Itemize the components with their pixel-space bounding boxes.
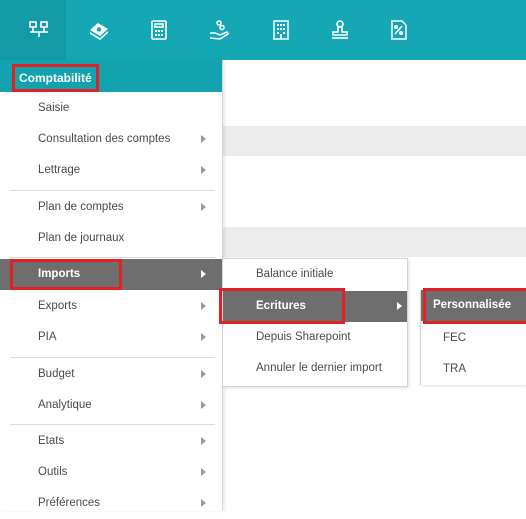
building-icon[interactable] [268,18,294,42]
modules-icon[interactable] [26,18,52,42]
menu-header: Comptabilité [0,60,222,92]
comptabilite-menu: Comptabilité Saisie Consultation des com… [0,60,223,511]
menu-item-label: Annuler le dernier import [256,362,382,374]
menu-separator [10,190,215,191]
menu-item-label: PIA [38,331,57,343]
menu-item-label: Plan de comptes [38,201,124,213]
menu-item-label: Préférences [38,497,101,509]
menu-separator [10,357,215,358]
chevron-right-icon [201,333,206,341]
menu-item-label: Outils [38,466,68,478]
menu-item-lettrage[interactable]: Lettrage [0,155,222,186]
content-row-background [222,126,526,156]
chevron-right-icon [201,270,206,278]
money-icon[interactable] [86,18,112,42]
menu-item-plan-de-comptes[interactable]: Plan de comptes [0,192,222,223]
chevron-right-icon [201,499,206,507]
menu-item-annuler-le-dernier-import[interactable]: Annuler le dernier import [223,353,407,384]
chevron-right-icon [397,302,402,310]
menu-item-label: Lettrage [38,164,81,176]
menu-item-label: Plan de journaux [38,232,125,244]
payment-icon[interactable] [206,18,232,42]
menu-item-etats[interactable]: Etats [0,426,222,457]
menu-item-balance-initiale[interactable]: Balance initiale [223,259,407,290]
menu-item-exports[interactable]: Exports [0,291,222,322]
menu-item-pia[interactable]: PIA [0,322,222,353]
menu-item-label: FEC [443,332,466,344]
menu-item-tra[interactable]: TRA [421,354,526,385]
chevron-right-icon [201,370,206,378]
stamp-icon[interactable] [327,18,353,42]
menu-item-budget[interactable]: Budget [0,359,222,390]
top-toolbar [0,0,526,60]
menu-item-depuis-sharepoint[interactable]: Depuis Sharepoint [223,322,407,353]
chevron-right-icon [201,468,206,476]
menu-header-label[interactable]: Comptabilité [12,64,99,92]
menu-item-consultation-des-comptes[interactable]: Consultation des comptes [0,124,222,155]
chevron-right-icon [201,401,206,409]
highlight-box [219,288,345,324]
chevron-right-icon [201,135,206,143]
highlight-box [10,259,122,290]
menu-item-analytique[interactable]: Analytique [0,390,222,421]
content-row-background [222,227,526,257]
calculator-icon[interactable] [146,18,172,42]
menu-item-label: Depuis Sharepoint [256,331,351,343]
chevron-right-icon [201,437,206,445]
highlight-box [423,288,526,324]
menu-separator [10,257,215,258]
menu-item-label: Consultation des comptes [38,133,171,145]
menu-item-saisie[interactable]: Saisie [0,93,222,124]
menu-item-fec[interactable]: FEC [421,323,526,354]
chevron-right-icon [201,203,206,211]
menu-item-plan-de-journaux[interactable]: Plan de journaux [0,223,222,254]
menu-item-label: Exports [38,300,77,312]
menu-item-preferences[interactable]: Préférences [0,488,222,519]
menu-item-label: Budget [38,368,75,380]
menu-separator [10,424,215,425]
menu-item-label: Analytique [38,399,92,411]
menu-item-label: TRA [443,363,466,375]
chevron-right-icon [201,302,206,310]
menu-item-label: Saisie [38,102,70,114]
percent-document-icon[interactable] [386,18,412,42]
menu-item-label: Etats [38,435,65,447]
chevron-right-icon [201,166,206,174]
menu-item-label: Balance initiale [256,268,334,280]
menu-item-outils[interactable]: Outils [0,457,222,488]
